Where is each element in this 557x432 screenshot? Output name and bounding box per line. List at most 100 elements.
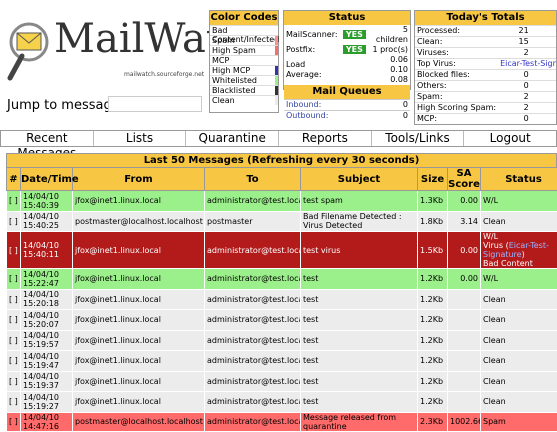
- message-sa-score: [448, 289, 481, 310]
- row-checkbox[interactable]: [ ]: [7, 310, 21, 331]
- nav-logout[interactable]: Logout: [464, 131, 556, 146]
- message-datetime: 14/04/1015:22:47: [21, 269, 73, 290]
- nav-recent-messages[interactable]: Recent Messages: [1, 131, 94, 146]
- message-status: Clean: [481, 211, 557, 232]
- message-to: administrator@test.local: [205, 371, 301, 392]
- color-code-item: Clean: [210, 95, 278, 105]
- row-checkbox[interactable]: [ ]: [7, 211, 21, 232]
- column-header[interactable]: To: [205, 168, 301, 191]
- row-checkbox[interactable]: [ ]: [7, 232, 21, 269]
- message-row[interactable]: [ ]14/04/1015:20:18jfox@inet1.linux.loca…: [7, 289, 557, 310]
- message-row[interactable]: [ ]14/04/1015:19:57jfox@inet1.linux.loca…: [7, 330, 557, 351]
- status-value: 0.06 0.10 0.08: [368, 55, 410, 85]
- totals-count: 2: [498, 103, 531, 114]
- message-row[interactable]: [ ]14/04/1015:19:37jfox@inet1.linux.loca…: [7, 371, 557, 392]
- jump-to-message-input[interactable]: [108, 96, 202, 112]
- nav-lists[interactable]: Lists: [94, 131, 187, 146]
- message-from: jfox@inet1.linux.local: [73, 392, 205, 413]
- status-badge-cell: [341, 55, 368, 85]
- message-time: 15:19:27: [23, 402, 70, 411]
- totals-percent: 71.4: [531, 37, 557, 48]
- message-from: jfox@inet1.linux.local: [73, 269, 205, 290]
- column-header[interactable]: Date/Time: [21, 168, 73, 191]
- mailwatch-logo[interactable]: MailWatch mailwatch.sourceforge.net: [4, 14, 204, 86]
- jump-to-message-label: Jump to message:: [7, 98, 124, 113]
- column-header[interactable]: Status: [481, 168, 557, 191]
- message-row[interactable]: [ ]14/04/1015:40:39jfox@inet1.linux.loca…: [7, 191, 557, 212]
- message-date: 14/04/10: [23, 192, 70, 201]
- status-table: MailScanner:YES5 childrenPostfix:YES1 pr…: [284, 25, 410, 85]
- column-header[interactable]: From: [73, 168, 205, 191]
- message-size: 1.3Kb: [418, 191, 448, 212]
- message-row[interactable]: [ ]14/04/1015:19:47jfox@inet1.linux.loca…: [7, 351, 557, 372]
- message-date: 14/04/10: [23, 311, 70, 320]
- message-size: 1.5Kb: [418, 232, 448, 269]
- message-from: jfox@inet1.linux.local: [73, 232, 205, 269]
- nav-reports[interactable]: Reports: [279, 131, 372, 146]
- queue-label[interactable]: Inbound:: [284, 100, 389, 111]
- totals-percent: 9.5: [531, 48, 557, 59]
- totals-row: MCP:00.0: [415, 114, 557, 125]
- column-header[interactable]: #: [7, 168, 21, 191]
- row-checkbox[interactable]: [ ]: [7, 191, 21, 212]
- messages-header-row: #Date/TimeFromToSubjectSizeSA ScoreStatu…: [7, 168, 557, 191]
- totals-label: High Scoring Spam:: [415, 103, 498, 114]
- totals-row: Others:00.0: [415, 81, 557, 92]
- message-date: 14/04/10: [23, 413, 70, 422]
- message-row[interactable]: [ ]14/04/1015:19:27jfox@inet1.linux.loca…: [7, 392, 557, 413]
- message-date: 14/04/10: [23, 331, 70, 340]
- status-text: Clean: [483, 336, 557, 345]
- message-row[interactable]: [ ]14/04/1015:40:11jfox@inet1.linux.loca…: [7, 232, 557, 269]
- message-row[interactable]: [ ]14/04/1015:22:47jfox@inet1.linux.loca…: [7, 269, 557, 290]
- message-to: administrator@test.local: [205, 412, 301, 431]
- row-checkbox[interactable]: [ ]: [7, 392, 21, 413]
- color-code-label: High MCP: [212, 66, 250, 75]
- message-to: administrator@test.local: [205, 330, 301, 351]
- totals-count: 2: [498, 48, 531, 59]
- message-time: 15:19:47: [23, 361, 70, 370]
- brand-subtitle: mailwatch.sourceforge.net: [124, 71, 204, 78]
- color-codes-list: Bad Content/InfectedSpamHigh SpamMCPHigh…: [210, 25, 278, 105]
- totals-label: Processed:: [415, 26, 498, 37]
- totals-count: 0: [498, 81, 531, 92]
- message-status: W/L: [481, 269, 557, 290]
- column-header[interactable]: SA Score: [448, 168, 481, 191]
- row-checkbox[interactable]: [ ]: [7, 330, 21, 351]
- row-checkbox[interactable]: [ ]: [7, 351, 21, 372]
- totals-count: 0: [498, 70, 531, 81]
- status-text: Spam: [483, 417, 557, 426]
- status-row: Postfix:YES1 proc(s): [284, 45, 410, 55]
- message-datetime: 14/04/1015:40:39: [21, 191, 73, 212]
- totals-count: 0: [498, 114, 531, 125]
- color-swatch: [275, 36, 278, 45]
- status-text: W/L: [483, 274, 557, 283]
- row-checkbox[interactable]: [ ]: [7, 371, 21, 392]
- message-status: W/LVirus (Eicar-Test-Signature)Bad Conte…: [481, 232, 557, 269]
- totals-label: High Scoring MCP:: [415, 125, 498, 126]
- nav-quarantine[interactable]: Quarantine: [186, 131, 279, 146]
- message-subject: test: [301, 371, 418, 392]
- message-row[interactable]: [ ]14/04/1015:20:07jfox@inet1.linux.loca…: [7, 310, 557, 331]
- row-checkbox[interactable]: [ ]: [7, 269, 21, 290]
- message-from: postmaster@localhost.localhost: [73, 211, 205, 232]
- row-checkbox[interactable]: [ ]: [7, 412, 21, 431]
- message-datetime: 14/04/1015:19:37: [21, 371, 73, 392]
- totals-percent: 0.0: [531, 125, 557, 126]
- status-text: Clean: [483, 295, 557, 304]
- message-status: W/L: [481, 191, 557, 212]
- message-date: 14/04/10: [23, 393, 70, 402]
- totals-percent: 9.5: [531, 103, 557, 114]
- status-badge: YES: [343, 30, 366, 39]
- message-status: Clean: [481, 289, 557, 310]
- nav-tools-links[interactable]: Tools/Links: [372, 131, 465, 146]
- row-checkbox[interactable]: [ ]: [7, 289, 21, 310]
- message-row[interactable]: [ ]14/04/1014:47:16postmaster@localhost.…: [7, 412, 557, 431]
- message-size: 1.2Kb: [418, 371, 448, 392]
- column-header[interactable]: Size: [418, 168, 448, 191]
- message-size: 1.2Kb: [418, 392, 448, 413]
- queue-label[interactable]: Outbound:: [284, 111, 389, 122]
- status-row: Load Average:0.06 0.10 0.08: [284, 55, 410, 85]
- column-header[interactable]: Subject: [301, 168, 418, 191]
- message-row[interactable]: [ ]14/04/1015:40:25postmaster@localhost.…: [7, 211, 557, 232]
- totals-count: 0: [498, 125, 531, 126]
